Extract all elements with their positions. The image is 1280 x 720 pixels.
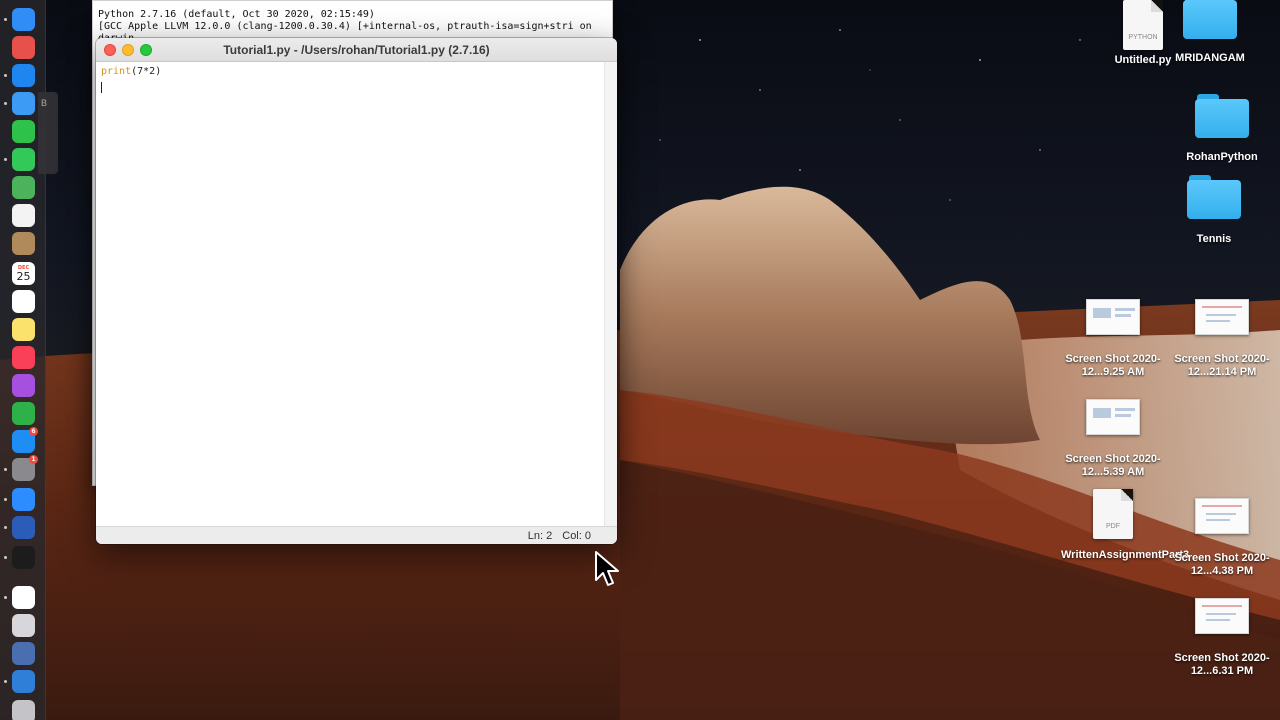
desktop-item-label: Screen Shot 2020-12...4.38 PM — [1174, 552, 1270, 577]
notes-icon[interactable] — [12, 318, 35, 341]
app-store-icon[interactable]: 6 — [12, 427, 38, 453]
system-preferences-icon[interactable]: 1 — [12, 455, 38, 481]
rocket-icon[interactable] — [12, 614, 35, 637]
zoom-window-button[interactable] — [140, 44, 152, 56]
editor-window[interactable]: Tutorial1.py - /Users/rohan/Tutorial1.py… — [96, 38, 617, 544]
code-arguments: (7*2) — [131, 66, 162, 77]
running-indicator — [4, 680, 7, 683]
close-window-button[interactable] — [104, 44, 116, 56]
desktop-item-label: Screen Shot 2020-12...9.25 AM — [1065, 353, 1161, 378]
desktop-folder-mridangam[interactable]: MRIDANGAM — [1158, 0, 1262, 65]
numbers-icon[interactable] — [12, 402, 35, 425]
running-indicator — [4, 526, 7, 529]
desktop-screenshot-4[interactable]: Screen Shot 2020-12...4.38 PM — [1170, 498, 1274, 578]
mail-icon[interactable] — [12, 92, 35, 115]
running-indicator — [4, 556, 7, 559]
maps-icon[interactable] — [12, 176, 35, 199]
calendar-day-label: 25 — [16, 269, 31, 283]
editor-vertical-scrollbar[interactable] — [604, 62, 617, 526]
file-kind-label: PYTHON — [1128, 34, 1158, 41]
desktop-item-label: MRIDANGAM — [1175, 52, 1245, 64]
running-indicator — [4, 596, 7, 599]
code-editor-area[interactable]: print(7*2) — [96, 62, 604, 526]
window-controls — [104, 44, 152, 56]
reminders-icon[interactable] — [12, 290, 35, 313]
screenshot-thumbnail-icon — [1195, 299, 1249, 335]
desktop-screenshot-2[interactable]: Screen Shot 2020-12...21.14 PM — [1170, 299, 1274, 379]
running-indicator — [4, 102, 7, 105]
word-icon[interactable] — [12, 516, 35, 539]
desktop-item-label: Screen Shot 2020-12...5.39 AM — [1065, 453, 1161, 478]
desktop-screenshot-1[interactable]: Screen Shot 2020-12...9.25 AM — [1061, 299, 1165, 379]
chrome-icon[interactable] — [12, 586, 35, 609]
screenshot-thumbnail-icon — [1195, 598, 1249, 634]
desktop-folder-tennis[interactable]: Tennis — [1162, 175, 1266, 246]
screenshot-thumbnail-icon — [1086, 299, 1140, 335]
folder-icon — [1187, 175, 1241, 219]
minimize-window-button[interactable] — [122, 44, 134, 56]
screenshot-thumbnail-icon — [1086, 399, 1140, 435]
status-column-number: Col: 0 — [562, 529, 591, 542]
code-line-1[interactable]: print(7*2) — [101, 66, 161, 78]
safari-icon[interactable] — [12, 64, 35, 87]
desktop-screenshot-3[interactable]: Screen Shot 2020-12...5.39 AM — [1061, 399, 1165, 479]
desktop-screenshot-5[interactable]: Screen Shot 2020-12...6.31 PM — [1170, 598, 1274, 678]
file-kind-label: PDF — [1106, 523, 1120, 530]
desktop-item-label: Screen Shot 2020-12...6.31 PM — [1174, 652, 1270, 677]
pdf-file-icon: PDF — [1093, 489, 1133, 539]
finder-icon[interactable] — [12, 8, 35, 31]
terminal-icon[interactable] — [12, 546, 35, 569]
trash-icon[interactable] — [12, 700, 35, 720]
running-indicator — [4, 498, 7, 501]
window-title: Tutorial1.py - /Users/rohan/Tutorial1.py… — [223, 42, 490, 57]
calendar-icon[interactable]: DEC 25 — [12, 262, 35, 285]
text-cursor — [101, 82, 102, 93]
desktop-file-writtenassignmentpart3[interactable]: PDF WrittenAssignmentPart3 — [1061, 489, 1190, 562]
editor-titlebar[interactable]: Tutorial1.py - /Users/rohan/Tutorial1.py… — [96, 38, 617, 62]
folder-icon — [1183, 0, 1237, 40]
desktop-folder-rohanpython[interactable]: RohanPython — [1170, 94, 1274, 164]
messages-icon[interactable] — [12, 148, 35, 171]
desktop-item-label: Screen Shot 2020-12...21.14 PM — [1174, 353, 1270, 378]
launchpad-icon[interactable] — [12, 36, 35, 59]
server-icon[interactable] — [12, 642, 35, 665]
desktop-item-label: RohanPython — [1186, 151, 1258, 163]
folder-icon — [1195, 94, 1249, 138]
music-icon[interactable] — [12, 346, 35, 369]
code-builtin-keyword: print — [101, 66, 132, 77]
dock-peek-panel: B — [38, 92, 58, 174]
notification-badge: 1 — [29, 455, 38, 464]
quicktime-icon[interactable] — [12, 670, 35, 693]
zoom-icon[interactable] — [12, 488, 35, 511]
running-indicator — [4, 468, 7, 471]
python-file-icon: PYTHON — [1123, 0, 1163, 50]
editor-statusbar: Ln: 2 Col: 0 — [96, 526, 617, 544]
screenshot-thumbnail-icon — [1195, 498, 1249, 534]
desktop-item-label: Tennis — [1196, 233, 1232, 245]
podcasts-icon[interactable] — [12, 374, 35, 397]
shell-line-1: Python 2.7.16 (default, Oct 30 2020, 02:… — [98, 9, 375, 20]
notification-badge: 6 — [29, 427, 38, 436]
running-indicator — [4, 74, 7, 77]
desktop-item-label: WrittenAssignmentPart3 — [1061, 549, 1190, 561]
shell-line-2: [GCC Apple LLVM 12.0.0 (clang-1200.0.30.… — [98, 21, 592, 32]
mouse-pointer-icon — [595, 551, 619, 586]
running-indicator — [4, 158, 7, 161]
contacts-icon[interactable] — [12, 232, 35, 255]
status-line-number: Ln: 2 — [527, 529, 553, 542]
dock-peek-label: B — [41, 98, 48, 108]
facetime-icon[interactable] — [12, 120, 35, 143]
running-indicator — [4, 18, 7, 21]
photos-icon[interactable] — [12, 204, 35, 227]
